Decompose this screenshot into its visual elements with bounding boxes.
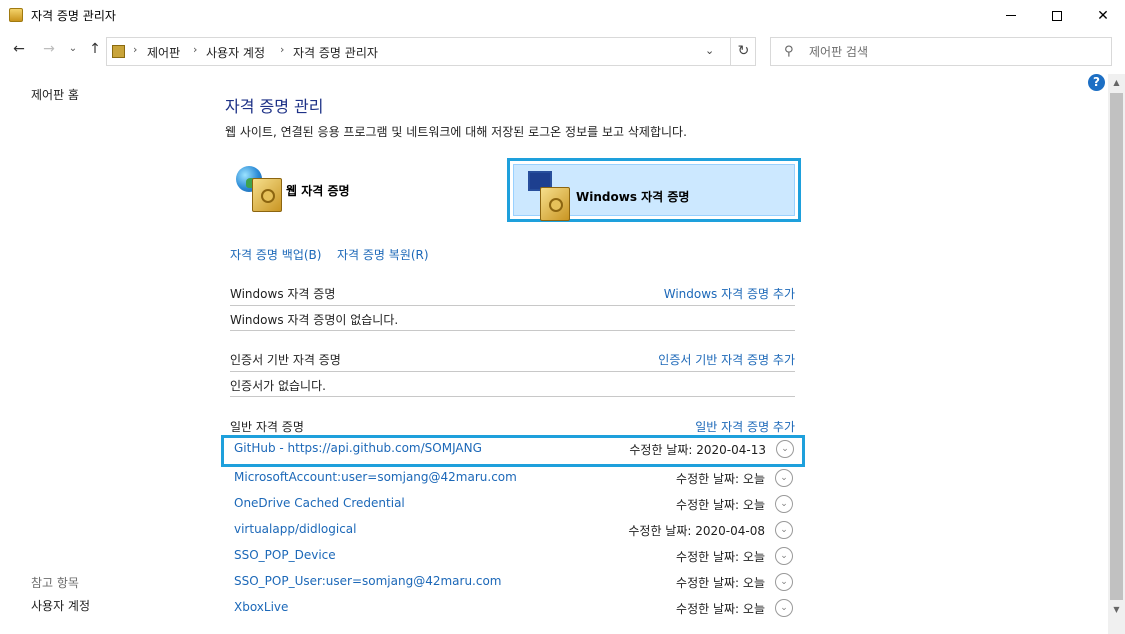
credential-manager-icon <box>9 8 23 22</box>
page-description: 웹 사이트, 연결된 응용 프로그램 및 네트워크에 대해 저장된 로그온 정보… <box>225 125 687 139</box>
arrow-up-icon: ↑ <box>89 41 101 57</box>
windows-credentials-section-header: Windows 자격 증명 Windows 자격 증명 추가 <box>230 285 795 301</box>
generic-credentials-section-header: 일반 자격 증명 일반 자격 증명 추가 <box>230 418 795 434</box>
windows-credentials-tile[interactable]: Windows 자격 증명 <box>507 158 801 222</box>
list-item[interactable]: GitHub - https://api.github.com/SOMJANG … <box>221 435 805 467</box>
list-item[interactable]: XboxLive 수정한 날짜: 오늘 ⌄ <box>230 595 795 621</box>
add-generic-credential-link[interactable]: 일반 자격 증명 추가 <box>695 418 795 435</box>
add-certificate-credential-link[interactable]: 인증서 기반 자격 증명 추가 <box>658 351 795 368</box>
list-item[interactable]: SSO_POP_Device 수정한 날짜: 오늘 ⌄ <box>230 543 795 569</box>
windows-credentials-label: Windows 자격 증명 <box>576 190 690 204</box>
help-icon[interactable]: ? <box>1088 74 1105 91</box>
title-bar: 자격 증명 관리자 ✕ <box>0 0 1125 31</box>
section-title: Windows 자격 증명 <box>230 287 336 301</box>
maximize-icon <box>1052 10 1062 21</box>
add-windows-credential-link[interactable]: Windows 자격 증명 추가 <box>664 285 795 302</box>
credential-modified-date: 수정한 날짜: 2020-04-13 <box>629 443 766 457</box>
list-item[interactable]: OneDrive Cached Credential 수정한 날짜: 오늘 ⌄ <box>230 491 795 517</box>
credential-name: SSO_POP_User:user=somjang@42maru.com <box>234 574 502 588</box>
list-item[interactable]: virtualapp/didlogical 수정한 날짜: 2020-04-08… <box>230 517 795 543</box>
recent-locations-button[interactable]: ⌄ <box>64 43 82 63</box>
close-icon: ✕ <box>1097 7 1109 24</box>
expand-chevron-icon[interactable]: ⌄ <box>775 547 793 565</box>
window-title: 자격 증명 관리자 <box>31 9 116 23</box>
address-bar[interactable]: › 제어판 › 사용자 계정 › 자격 증명 관리자 ⌄ ↻ <box>106 37 756 66</box>
certificate-credentials-list: 인증서가 없습니다. <box>230 371 795 397</box>
credential-name: virtualapp/didlogical <box>234 522 357 536</box>
scroll-thumb[interactable] <box>1110 93 1123 600</box>
breadcrumb-separator-icon: › <box>133 43 138 56</box>
user-accounts-link[interactable]: 사용자 계정 <box>31 597 90 614</box>
search-box[interactable]: ⚲ <box>770 37 1112 66</box>
vault-icon <box>252 178 282 212</box>
expand-chevron-icon[interactable]: ⌄ <box>775 469 793 487</box>
forward-button[interactable]: → <box>40 41 58 61</box>
vertical-scrollbar[interactable]: ▲ ▼ <box>1108 74 1125 634</box>
breadcrumb-control-panel[interactable]: 제어판 <box>147 44 180 61</box>
search-input[interactable] <box>809 42 1099 62</box>
search-icon: ⚲ <box>784 44 794 59</box>
web-credentials-label: 웹 자격 증명 <box>286 184 350 198</box>
expand-chevron-icon[interactable]: ⌄ <box>776 440 794 458</box>
breadcrumb-separator-icon: › <box>280 43 285 56</box>
scroll-up-icon[interactable]: ▲ <box>1108 74 1125 91</box>
arrow-left-icon: ← <box>13 41 25 57</box>
breadcrumb-user-accounts[interactable]: 사용자 계정 <box>206 44 265 61</box>
section-title: 일반 자격 증명 <box>230 420 304 434</box>
section-title: 인증서 기반 자격 증명 <box>230 353 341 367</box>
credential-name: OneDrive Cached Credential <box>234 496 405 510</box>
vault-icon <box>540 187 570 221</box>
list-item[interactable]: SSO_POP_User:user=somjang@42maru.com 수정한… <box>230 569 795 595</box>
backup-credentials-link[interactable]: 자격 증명 백업(B) <box>230 246 321 263</box>
credential-modified-date: 수정한 날짜: 오늘 <box>676 498 765 512</box>
credential-modified-date: 수정한 날짜: 오늘 <box>676 550 765 564</box>
certificate-credentials-section-header: 인증서 기반 자격 증명 인증서 기반 자격 증명 추가 <box>230 351 795 367</box>
scroll-down-icon[interactable]: ▼ <box>1108 601 1125 618</box>
credential-modified-date: 수정한 날짜: 오늘 <box>676 472 765 486</box>
refresh-button[interactable]: ↻ <box>730 38 756 65</box>
see-also-label: 참고 항목 <box>31 576 79 590</box>
empty-message: 인증서가 없습니다. <box>230 379 326 393</box>
chevron-down-icon: ⌄ <box>68 43 78 54</box>
restore-credentials-link[interactable]: 자격 증명 복원(R) <box>337 246 429 263</box>
credential-name: MicrosoftAccount:user=somjang@42maru.com <box>234 470 517 484</box>
control-panel-home-link[interactable]: 제어판 홈 <box>31 86 79 103</box>
credential-modified-date: 수정한 날짜: 오늘 <box>676 576 765 590</box>
credential-modified-date: 수정한 날짜: 2020-04-08 <box>628 524 765 538</box>
navigation-bar: ← → ⌄ ↑ › 제어판 › 사용자 계정 › 자격 증명 관리자 ⌄ ↻ ⚲ <box>0 31 1125 71</box>
credential-name: SSO_POP_Device <box>234 548 336 562</box>
back-button[interactable]: ← <box>10 41 28 61</box>
credential-modified-date: 수정한 날짜: 오늘 <box>676 602 765 616</box>
refresh-icon: ↻ <box>737 43 750 59</box>
up-button[interactable]: ↑ <box>86 41 104 61</box>
maximize-button[interactable] <box>1034 0 1080 31</box>
breadcrumb-separator-icon: › <box>193 43 198 56</box>
empty-message: Windows 자격 증명이 없습니다. <box>230 313 399 327</box>
expand-chevron-icon[interactable]: ⌄ <box>775 521 793 539</box>
breadcrumb-credential-manager[interactable]: 자격 증명 관리자 <box>293 44 378 61</box>
close-button[interactable]: ✕ <box>1080 0 1125 31</box>
expand-chevron-icon[interactable]: ⌄ <box>775 573 793 591</box>
expand-chevron-icon[interactable]: ⌄ <box>775 599 793 617</box>
credential-name: GitHub - https://api.github.com/SOMJANG <box>234 441 482 455</box>
windows-credentials-list: Windows 자격 증명이 없습니다. <box>230 305 795 331</box>
arrow-right-icon: → <box>43 41 55 57</box>
web-credentials-tile[interactable]: 웹 자격 증명 <box>230 158 490 222</box>
minimize-icon <box>1006 15 1016 16</box>
credential-name: XboxLive <box>234 600 289 614</box>
expand-chevron-icon[interactable]: ⌄ <box>775 495 793 513</box>
control-panel-icon <box>112 45 125 58</box>
list-item[interactable]: MicrosoftAccount:user=somjang@42maru.com… <box>230 465 795 491</box>
minimize-button[interactable] <box>988 0 1034 31</box>
page-title: 자격 증명 관리 <box>225 97 324 116</box>
address-dropdown-icon[interactable]: ⌄ <box>705 44 714 57</box>
